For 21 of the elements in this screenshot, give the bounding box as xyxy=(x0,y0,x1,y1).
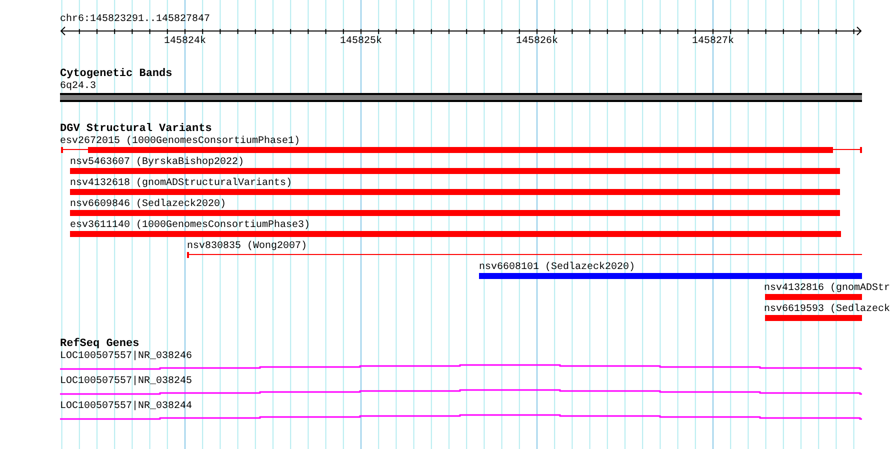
gene-label: LOC100507557|NR_038244 xyxy=(60,401,192,413)
scale-tick-label: 145827k xyxy=(692,36,734,48)
track-title: Cytogenetic Bands xyxy=(60,68,172,81)
scale-tick-label: 145825k xyxy=(340,36,382,48)
gene-label: LOC100507557|NR_038246 xyxy=(60,351,192,363)
variant-label: nsv6619593 (Sedlazeck xyxy=(764,304,890,315)
variant-label: nsv4132618 (gnomADStructuralVariants) xyxy=(70,178,292,189)
variant-label: esv2672015 (1000GenomesConsortiumPhase1) xyxy=(60,136,300,147)
band-label: 6q24.3 xyxy=(60,81,96,93)
track-title: RefSeq Genes xyxy=(60,338,140,350)
variant-label: nsv6609846 (Sedlazeck2020) xyxy=(70,199,226,210)
variant-label: nsv5463607 (ByrskaBishop2022) xyxy=(70,157,244,168)
range-label: chr6:145823291..145827847 xyxy=(60,14,210,26)
variant-label: nsv4132816 (gnomADStr xyxy=(764,283,890,294)
variant-label: esv3611140 (1000GenomesConsortiumPhase3) xyxy=(70,220,310,231)
scale-tick-label: 145824k xyxy=(164,36,206,48)
track-title: DGV Structural Variants xyxy=(60,123,212,136)
scale-tick-label: 145826k xyxy=(516,36,558,48)
variant-label: nsv830835 (Wong2007) xyxy=(187,241,308,252)
gene-label: LOC100507557|NR_038245 xyxy=(60,376,192,388)
variant-label: nsv6608101 (Sedlazeck2020) xyxy=(479,262,636,273)
